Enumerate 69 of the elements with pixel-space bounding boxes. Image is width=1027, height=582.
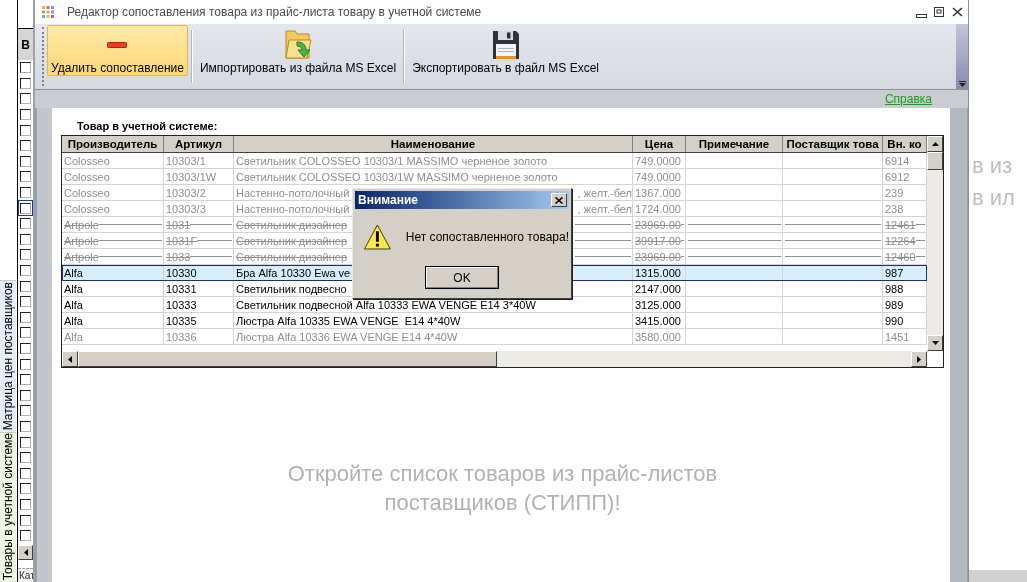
table-cell: Colosseo [64,185,110,200]
table-cell: 239 [885,185,904,200]
table-cell: Светильник подвесной Alfa 10333 EWA VENGE E14 3*40W [236,297,536,312]
empty-list-message: Откройте список товаров из прайс-листов поставщиков (СТИПП)! [286,460,719,517]
table-cell: Colosseo [64,201,110,216]
table-cell: Artpole [64,233,99,248]
table-cell: 10303/1W [166,169,217,184]
table-cell: Светильник дизайнер [236,249,347,264]
table-cell: 2147.000 [635,281,681,296]
table-cell: 6912 [885,169,910,184]
table-cell: Светильник дизайнер [236,233,347,248]
table-cell: 989 [885,297,904,312]
table-cell: 1031 [166,217,191,232]
table-cell: , желт.-бел [577,201,632,216]
dialog-title: Внимание [358,193,418,207]
table-cell: 1031F [166,233,198,248]
table-cell: 749.0000 [635,153,681,168]
table-cell: Светильник подвесно [236,281,347,296]
table-cell: 1367.000 [635,185,681,200]
table-cell: 1451 [885,329,910,344]
table-cell: 10330 [166,265,197,280]
table-cell: Люстра Alfa 10335 EWA VENGE E14 4*40W [236,313,461,328]
background-text: в из [972,152,1013,180]
table-cell: 10335 [166,313,197,328]
table-cell: Alfa [64,281,83,296]
table-cell: Artpole [64,249,99,264]
table-cell: Alfa [64,329,83,344]
dialog-message: Нет сопоставленного товара! [405,230,569,245]
table-cell: Люстра Alfa 10336 EWA VENGE E14 4*40W [236,329,458,344]
table-cell: Настенно-потолочный [236,185,350,200]
table-cell: 6914 [885,153,910,168]
table-cell: Светильник COLOSSEO 10303/1W MASSIMO черненое золото [236,169,558,184]
table-cell: , желт.-бел [577,185,632,200]
table-cell: 12460 [885,249,916,264]
table-caption: Товар в учетной системе: [77,119,218,133]
table-cell: 987 [885,265,904,280]
table-cell: 23969.00 [635,217,681,232]
table-cell: Alfa [64,313,83,328]
table-cell: 10331 [166,281,197,296]
table-cell: 10303/2 [166,185,206,200]
table-cell: 10303/1 [166,153,206,168]
table-cell: Colosseo [64,153,110,168]
table-cell: 3415.000 [635,313,681,328]
table-cell: 10303/3 [166,201,206,216]
table-cell: Светильник COLOSSEO 10303/1 MASSIMO черненое золото [236,153,548,168]
table-cell: Colosseo [64,169,110,184]
table-cell: 39917.00 [635,233,681,248]
table-cell: 1033 [166,249,191,264]
table-cell: 1724.000 [635,201,681,216]
background-text: в ил [972,184,1015,212]
table-cell: Artpole [64,217,99,232]
table-cell: 1315.000 [635,265,681,280]
table-cell: 990 [885,313,904,328]
table-cell: 988 [885,281,904,296]
table-cell: 12461 [885,217,916,232]
table-cell: 3125.000 [635,297,681,312]
table-cell: 749.0000 [635,169,681,184]
table-cell: 23969.00 [635,249,681,264]
table-cell: 10333 [166,297,197,312]
table-cell: 238 [885,201,904,216]
table-cell: Бра Alfa 10330 Ewa ve [236,265,351,280]
table-cell: 12264 [885,233,916,248]
table-cell: 3580.000 [635,329,681,344]
window-title: Редактор сопоставления товара из прайс-листа товару в учетной системе [67,5,482,19]
table-cell: Светильник дизайнер [236,217,347,232]
table-cell: Alfa [64,297,83,312]
table-cell: Alfa [64,265,83,280]
table-cell: Настенно-потолочный [236,201,350,216]
table-cell: 10336 [166,329,197,344]
